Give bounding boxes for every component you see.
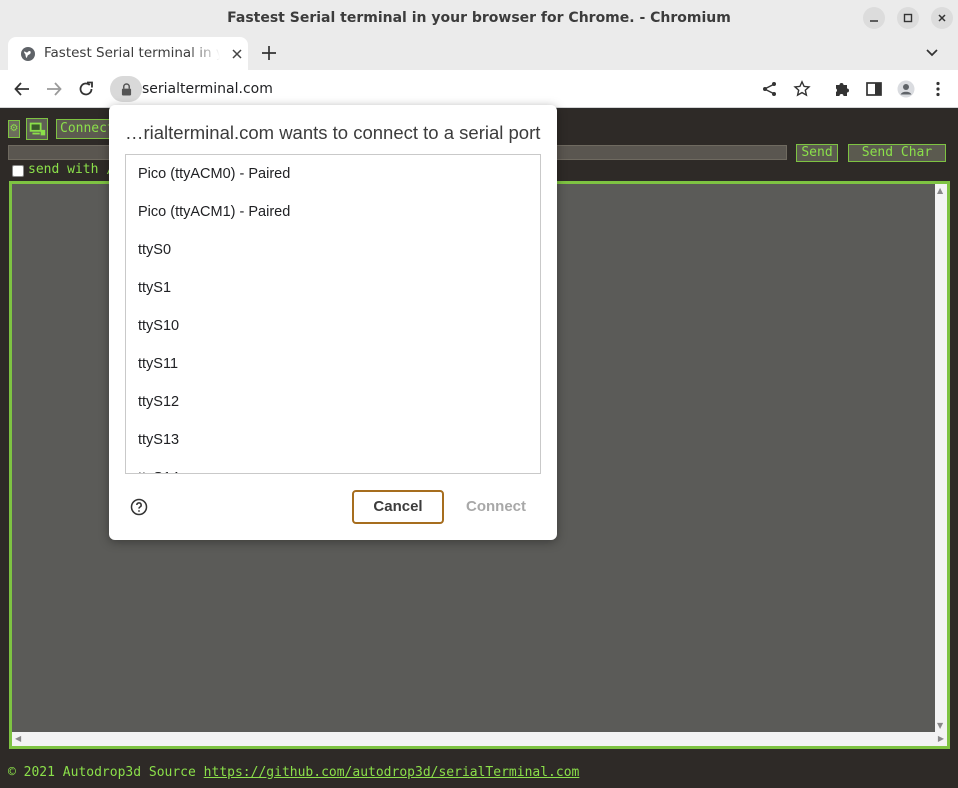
bookmark-button[interactable] [792, 79, 812, 99]
help-icon[interactable] [130, 498, 148, 516]
browser-toolbar: serialterminal.com [0, 70, 958, 108]
send-char-button[interactable]: Send Char [848, 144, 946, 162]
close-icon [938, 14, 946, 22]
minimize-button[interactable] [863, 7, 885, 29]
menu-icon [936, 81, 940, 97]
minimize-icon [870, 20, 878, 22]
serial-port-dialog: …rialterminal.com wants to connect to a … [109, 105, 557, 540]
star-icon [793, 80, 811, 97]
footer: © 2021 Autodrop3d Source https://github.… [8, 765, 579, 780]
plus-icon[interactable] [260, 44, 278, 62]
extensions-icon [836, 83, 849, 96]
extensions-button[interactable] [832, 79, 852, 99]
share-icon [763, 82, 776, 96]
profile-icon [897, 80, 915, 98]
scroll-left-icon[interactable]: ◀ [15, 734, 21, 743]
tab-strip: Fastest Serial terminal in your browser … [0, 36, 958, 70]
globe-icon [21, 47, 35, 61]
forward-icon [47, 82, 62, 96]
window-title: Fastest Serial terminal in your browser … [227, 10, 731, 26]
list-item[interactable]: ttyS13 [126, 421, 540, 459]
maximize-icon [903, 13, 913, 23]
list-item[interactable]: Pico (ttyACM1) - Paired [126, 193, 540, 231]
source-link[interactable]: https://github.com/autodrop3d/serialTerm… [204, 765, 580, 780]
site-info-button[interactable] [110, 76, 142, 102]
send-with-checkbox[interactable] [12, 165, 24, 177]
list-item[interactable]: ttyS11 [126, 345, 540, 383]
back-icon [14, 82, 29, 96]
vertical-scrollbar[interactable]: ▲ ▼ [935, 184, 947, 732]
send-button[interactable]: Send [796, 144, 838, 162]
settings-button[interactable]: ⚙ [8, 120, 20, 138]
reload-icon [79, 81, 93, 96]
tab-title: Fastest Serial terminal in your browser … [44, 45, 220, 61]
list-item[interactable]: ttyS12 [126, 383, 540, 421]
forward-button[interactable] [44, 79, 64, 99]
port-select-button[interactable] [26, 118, 48, 140]
list-item[interactable]: ttyS10 [126, 307, 540, 345]
window-close-button[interactable] [931, 7, 953, 29]
port-list[interactable]: Pico (ttyACM0) - Paired Pico (ttyACM1) -… [125, 154, 541, 474]
dialog-connect-button[interactable]: Connect [452, 490, 540, 524]
browser-tab[interactable]: Fastest Serial terminal in your browser … [8, 37, 248, 70]
list-item[interactable]: ttyS14 [126, 459, 540, 473]
back-button[interactable] [12, 79, 32, 99]
horizontal-scrollbar[interactable]: ◀ ▶ [12, 732, 947, 746]
address-bar[interactable]: serialterminal.com [142, 70, 273, 108]
window-titlebar: Fastest Serial terminal in your browser … [0, 0, 958, 36]
list-item[interactable]: ttyS1 [126, 269, 540, 307]
connect-button[interactable]: Connect [56, 119, 116, 139]
close-icon[interactable] [230, 47, 244, 61]
list-item[interactable]: Pico (ttyACM0) - Paired [126, 155, 540, 193]
scroll-right-icon[interactable]: ▶ [938, 734, 944, 743]
menu-button[interactable] [928, 79, 948, 99]
maximize-button[interactable] [897, 7, 919, 29]
scroll-up-icon[interactable]: ▲ [937, 186, 943, 195]
side-panel-button[interactable] [864, 79, 884, 99]
profile-button[interactable] [896, 79, 916, 99]
footer-text: © 2021 Autodrop3d Source [8, 765, 204, 780]
dialog-title: …rialterminal.com wants to connect to a … [125, 122, 541, 143]
lock-icon [121, 82, 131, 95]
share-button[interactable] [760, 79, 780, 99]
reload-button[interactable] [76, 79, 96, 99]
scroll-down-icon[interactable]: ▼ [937, 721, 943, 730]
computer-icon [29, 122, 46, 136]
cancel-button[interactable]: Cancel [352, 490, 444, 524]
side-panel-icon [866, 82, 882, 96]
chevron-down-icon[interactable] [924, 46, 940, 60]
list-item[interactable]: ttyS0 [126, 231, 540, 269]
